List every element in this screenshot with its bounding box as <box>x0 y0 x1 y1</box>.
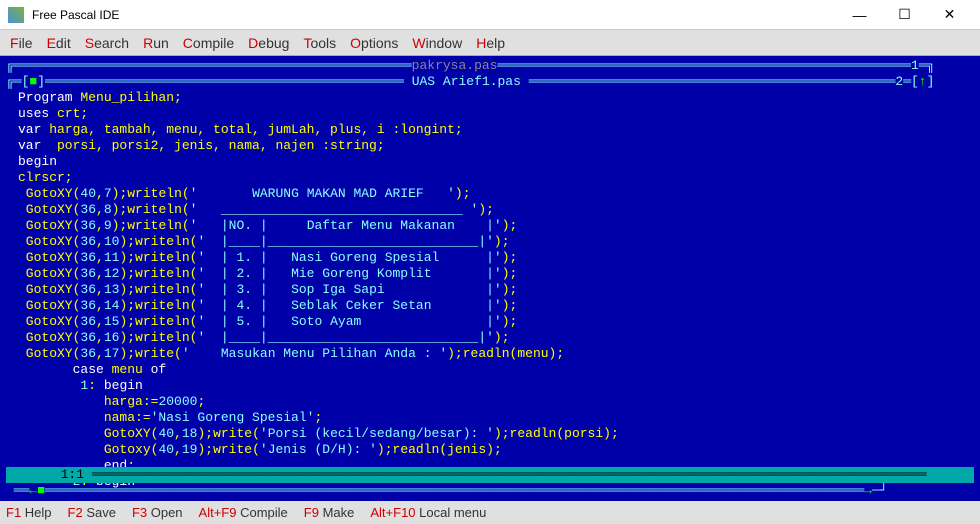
maximize-button[interactable]: ☐ <box>882 0 927 30</box>
scrollbar-horizontal[interactable]: ══←■════════════════════════════════════… <box>6 483 974 499</box>
code-line: GotoXY(36,15);writeln(' | 5. | Soto Ayam… <box>18 314 974 330</box>
code-line: GotoXY(40,7);writeln(' WARUNG MAKAN MAD … <box>18 186 974 202</box>
window-titlebar: Free Pascal IDE — ☐ ✕ <box>0 0 980 30</box>
code-line: 1: begin <box>18 378 974 394</box>
fn-make[interactable]: F9 Make <box>304 505 355 520</box>
menu-debug[interactable]: Debug <box>248 35 289 51</box>
close-tab-icon[interactable]: ■ <box>29 74 37 89</box>
code-line: GotoXY(36,10);writeln(' |____|__________… <box>18 234 974 250</box>
menu-run[interactable]: Run <box>143 35 169 51</box>
code-line: GotoXY(36,12);writeln(' | 2. | Mie Goren… <box>18 266 974 282</box>
code-line: begin <box>18 154 974 170</box>
code-line: var harga, tambah, menu, total, jumLah, … <box>18 122 974 138</box>
code-line: GotoXY(36,13);writeln(' | 3. | Sop Iga S… <box>18 282 974 298</box>
code-editor[interactable]: Program Menu_pilihan; uses crt; var harg… <box>6 90 974 490</box>
menu-tools[interactable]: Tools <box>303 35 336 51</box>
code-line: GotoXY(36,8);writeln(' _________________… <box>18 202 974 218</box>
function-key-bar: F1 Help F2 Save F3 Open Alt+F9 Compile F… <box>0 501 980 524</box>
code-line: GotoXY(36,11);writeln(' | 1. | Nasi Gore… <box>18 250 974 266</box>
fn-compile[interactable]: Alt+F9 Compile <box>199 505 288 520</box>
menu-options[interactable]: Options <box>350 35 398 51</box>
menu-window[interactable]: Window <box>412 35 462 51</box>
code-line: GotoXY(36,9);writeln(' |NO. | Daftar Men… <box>18 218 974 234</box>
code-line: nama:='Nasi Goreng Spesial'; <box>18 410 974 426</box>
window-title: Free Pascal IDE <box>32 8 837 22</box>
app-icon <box>8 7 24 23</box>
frame-border-top2: ╔═[■]═══════════════════════════════════… <box>6 74 974 90</box>
menu-edit[interactable]: Edit <box>47 35 71 51</box>
code-line: clrscr; <box>18 170 974 186</box>
menu-compile[interactable]: Compile <box>183 35 234 51</box>
code-line: var porsi, porsi2, jenis, nama, najen :s… <box>18 138 974 154</box>
tab-inactive[interactable]: pakrysa.pas <box>412 58 498 73</box>
tab-active[interactable]: UAS Arief1.pas <box>412 74 521 89</box>
code-line: Program Menu_pilihan; <box>18 90 974 106</box>
code-line: GotoXY(36,14);writeln(' | 4. | Seblak Ce… <box>18 298 974 314</box>
minimize-button[interactable]: — <box>837 0 882 30</box>
fn-save[interactable]: F2 Save <box>68 505 116 520</box>
code-line: Gotoxy(40,19);write('Jenis (D/H): ');rea… <box>18 442 974 458</box>
editor-frame: ╔═══════════════════════════════════════… <box>0 56 980 501</box>
frame-border-top: ╔═══════════════════════════════════════… <box>6 58 974 74</box>
code-line: harga:=20000; <box>18 394 974 410</box>
code-line: GotoXY(40,18);write('Porsi (kecil/sedang… <box>18 426 974 442</box>
code-line: GotoXY(36,17);write(' Masukan Menu Pilih… <box>18 346 974 362</box>
menu-file[interactable]: File <box>10 35 33 51</box>
status-line: 1:1 ════════════════════════════════════… <box>6 467 974 483</box>
fn-open[interactable]: F3 Open <box>132 505 183 520</box>
code-line: GotoXY(36,16);writeln(' |____|__________… <box>18 330 974 346</box>
code-line: case menu of <box>18 362 974 378</box>
menu-help[interactable]: Help <box>476 35 505 51</box>
fn-help[interactable]: F1 Help <box>6 505 52 520</box>
menubar: File Edit Search Run Compile Debug Tools… <box>0 30 980 56</box>
menu-search[interactable]: Search <box>85 35 129 51</box>
close-button[interactable]: ✕ <box>927 0 972 30</box>
fn-local-menu[interactable]: Alt+F10 Local menu <box>370 505 486 520</box>
scroll-up-icon[interactable]: ↑ <box>919 74 927 89</box>
code-line: uses crt; <box>18 106 974 122</box>
